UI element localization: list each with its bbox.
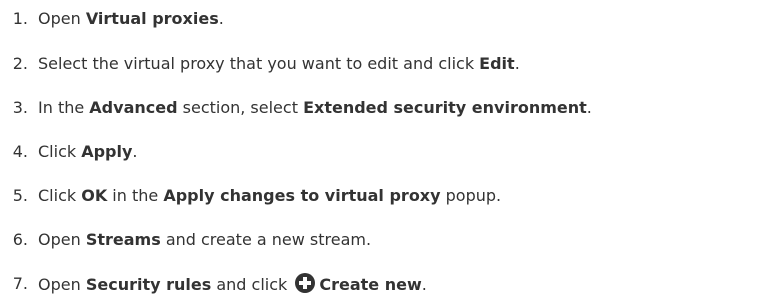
step-6: 6. Open Streams and create a new stream.: [0, 224, 371, 254]
step-number: 2.: [12, 53, 28, 73]
step-emphasis: Create new: [319, 274, 422, 294]
step-emphasis: Apply changes to virtual proxy: [163, 185, 441, 205]
step-text: Open Security rules and click Create new…: [38, 272, 427, 294]
plus-circle-icon: [295, 272, 316, 293]
step-text-part: and click: [211, 274, 293, 294]
step-text-part: Select the virtual proxy that you want t…: [38, 53, 480, 73]
step-2: 2. Select the virtual proxy that you wan…: [0, 48, 520, 78]
step-text-part: In the: [38, 97, 90, 117]
step-text-part: in the: [107, 185, 164, 205]
step-text-part: .: [218, 8, 224, 28]
step-text-part: Open: [38, 8, 86, 28]
step-text-part: Open: [38, 229, 86, 249]
step-text-part: Click: [38, 141, 82, 161]
step-number: 3.: [12, 97, 28, 117]
step-1: 1. Open Virtual proxies.: [0, 3, 224, 33]
step-text-part: .: [514, 53, 520, 73]
step-number: 5.: [12, 185, 28, 205]
step-emphasis: Extended security environment: [303, 97, 587, 117]
step-text: Open Streams and create a new stream.: [38, 230, 371, 249]
step-text-part: .: [132, 141, 138, 161]
step-text-part: section, select: [177, 97, 304, 117]
step-text-part: Click: [38, 185, 82, 205]
step-emphasis: Edit: [479, 53, 515, 73]
step-emphasis: Apply: [81, 141, 133, 161]
step-4: 4. Click Apply.: [0, 136, 138, 166]
step-text: Open Virtual proxies.: [38, 9, 224, 28]
step-emphasis: Security rules: [85, 274, 212, 294]
step-5: 5. Click OK in the Apply changes to virt…: [0, 180, 501, 210]
step-emphasis: Streams: [85, 229, 161, 249]
step-emphasis: OK: [81, 185, 108, 205]
step-emphasis: Advanced: [89, 97, 178, 117]
step-text-part: .: [421, 274, 427, 294]
step-number: 1.: [12, 8, 28, 28]
step-text: Click OK in the Apply changes to virtual…: [38, 186, 501, 205]
step-number: 6.: [12, 229, 28, 249]
step-emphasis: Virtual proxies: [85, 8, 219, 28]
step-7: 7. Open Security rules and click Create …: [0, 268, 427, 298]
step-text-part: and create a new stream.: [160, 229, 372, 249]
step-text: Click Apply.: [38, 142, 138, 161]
step-text-part: Open: [38, 274, 86, 294]
step-text: Select the virtual proxy that you want t…: [38, 54, 520, 73]
step-text-part: popup.: [440, 185, 502, 205]
step-3: 3. In the Advanced section, select Exten…: [0, 92, 592, 122]
step-text-part: .: [586, 97, 592, 117]
step-number: 7.: [12, 273, 28, 293]
step-text: In the Advanced section, select Extended…: [38, 98, 592, 117]
step-number: 4.: [12, 141, 28, 161]
